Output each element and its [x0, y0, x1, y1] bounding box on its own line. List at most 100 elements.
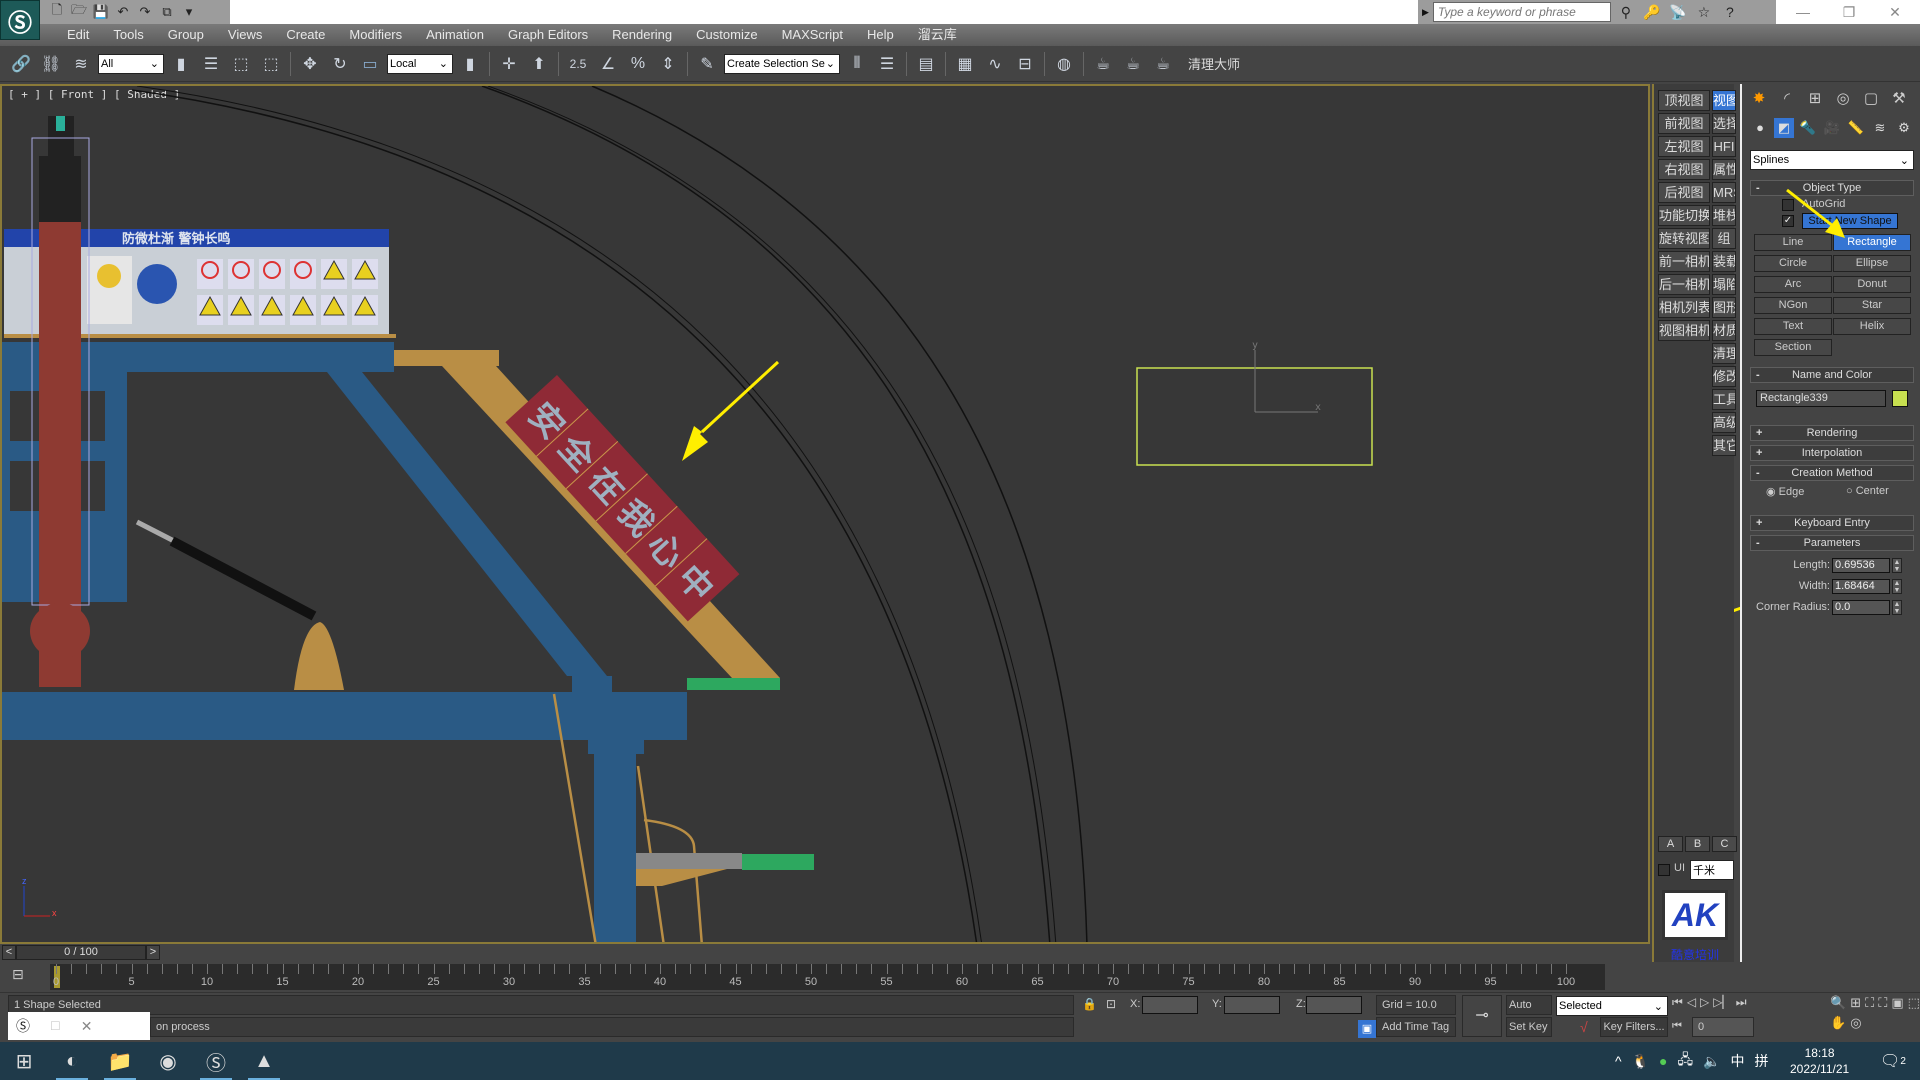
selection-filter-dropdown[interactable]: All ⌄ — [98, 53, 164, 74]
redo-icon[interactable]: ↷ — [136, 3, 154, 21]
new-file-icon[interactable]: 🗋 — [48, 2, 66, 21]
go-to-start-icon[interactable]: ⏮ — [1672, 995, 1683, 1010]
shapes-icon[interactable]: ◩ — [1774, 118, 1794, 138]
reference-coordinate-dropdown[interactable]: Local ⌄ — [387, 53, 453, 74]
3dsmax-icon[interactable]: Ⓢ — [192, 1042, 240, 1080]
rect-selection-region-icon[interactable]: ⬚ — [228, 51, 254, 77]
layer-manager-icon[interactable]: ▤ — [913, 51, 939, 77]
view-menu-left-2[interactable]: 左视图 — [1658, 136, 1710, 157]
wechat-icon[interactable]: ● — [1659, 1053, 1667, 1069]
menu-6[interactable]: Animation — [414, 24, 496, 46]
utilities-tab-icon[interactable]: ⚒ — [1886, 86, 1912, 110]
view-menu-right-14[interactable]: 高级 — [1712, 412, 1736, 433]
systems-icon[interactable]: ⚙ — [1894, 118, 1914, 138]
ime-mode[interactable]: 拼 — [1755, 1051, 1769, 1071]
view-menu-left-1[interactable]: 前视图 — [1658, 113, 1710, 134]
object-name-input[interactable]: Rectangle339 — [1756, 390, 1886, 407]
unit-dropdown[interactable]: 千米 — [1690, 860, 1734, 880]
align-icon[interactable]: ☰ — [874, 51, 900, 77]
view-menu-left-10[interactable]: 视图相机 — [1658, 320, 1710, 341]
view-menu-right-0[interactable]: 视图 — [1712, 90, 1736, 111]
view-menu-left-7[interactable]: 前一相机 — [1658, 251, 1710, 272]
spacewarps-icon[interactable]: ≋ — [1870, 118, 1890, 138]
view-menu-right-15[interactable]: 其它 — [1712, 435, 1736, 456]
cameras-icon[interactable]: 🎥 — [1822, 118, 1842, 138]
menu-9[interactable]: Customize — [684, 24, 769, 46]
ui-checkbox[interactable] — [1658, 864, 1670, 876]
material-editor-icon[interactable]: ◍ — [1051, 51, 1077, 77]
view-menu-right-3[interactable]: 属性 — [1712, 159, 1736, 180]
view-menu-right-2[interactable]: HFI — [1712, 136, 1736, 157]
time-tag-icon[interactable]: ▣ — [1358, 1020, 1376, 1038]
shape-button-section[interactable]: Section — [1754, 339, 1832, 356]
qq-icon[interactable]: 🐧 — [1632, 1053, 1649, 1070]
play-icon[interactable]: ▷ — [1700, 995, 1709, 1010]
notification-center[interactable]: 🗨 2 — [1880, 1042, 1906, 1080]
view-menu-right-13[interactable]: 工具 — [1712, 389, 1736, 410]
object-color-swatch[interactable] — [1892, 390, 1908, 407]
corner-radius-spinner[interactable]: ▲ ▼ — [1892, 600, 1902, 615]
region-zoom-icon[interactable]: ⬚ — [1908, 995, 1920, 1011]
open-file-icon[interactable]: 🗁 — [70, 2, 88, 21]
key-mode-dropdown[interactable]: Selected ⌄ — [1556, 996, 1668, 1016]
key-mode-toggle-icon[interactable]: ⏮ — [1672, 1020, 1682, 1033]
edit-named-selection-icon[interactable]: ✎ — [694, 51, 720, 77]
view-menu-right-12[interactable]: 修改 — [1712, 366, 1736, 387]
width-spinner[interactable]: ▲ ▼ — [1892, 579, 1902, 594]
menu-2[interactable]: Group — [156, 24, 216, 46]
helpers-icon[interactable]: 📏 — [1846, 118, 1866, 138]
show-hidden-icons[interactable]: ^ — [1615, 1053, 1622, 1069]
menu-0[interactable]: Edit — [55, 24, 101, 46]
menu-1[interactable]: Tools — [101, 24, 155, 46]
binoculars-icon[interactable]: ⚲ — [1615, 2, 1637, 22]
geometry-icon[interactable]: ● — [1750, 118, 1770, 138]
modify-tab-icon[interactable]: ◜ — [1774, 86, 1800, 110]
shape-button-donut[interactable]: Donut — [1833, 276, 1911, 293]
network-icon[interactable]: 🖧 — [1677, 1049, 1693, 1073]
corner-radius-input[interactable]: 0.0 — [1832, 600, 1890, 615]
shape-button-helix[interactable]: Helix — [1833, 318, 1911, 335]
view-menu-right-4[interactable]: MRS — [1712, 182, 1736, 203]
cleanup-master-plugin[interactable]: 清理大师 — [1188, 54, 1240, 73]
scene-explorer-icon[interactable]: ▦ — [952, 51, 978, 77]
z-coordinate-input[interactable] — [1306, 996, 1362, 1014]
lights-icon[interactable]: 🔦 — [1798, 118, 1818, 138]
view-menu-right-6[interactable]: 组 — [1712, 228, 1736, 249]
select-object-icon[interactable]: ▮ — [168, 51, 194, 77]
clock[interactable]: 18:18 2022/11/21 — [1790, 1042, 1849, 1080]
rollout-name-and-color[interactable]: - Name and Color — [1750, 367, 1914, 383]
viewport-front[interactable]: [ + ] [ Front ] [ Shaded ] 防微杜渐 警钟长鸣 安 全… — [0, 84, 1650, 944]
spinner-snap-icon[interactable]: ⇕ — [655, 51, 681, 77]
schematic-view-icon[interactable]: ⊟ — [1012, 51, 1038, 77]
rollout-interpolation[interactable]: + Interpolation — [1750, 445, 1914, 461]
menu-7[interactable]: Graph Editors — [496, 24, 600, 46]
rendered-frame-window-icon[interactable]: ☕ — [1120, 51, 1146, 77]
y-coordinate-input[interactable] — [1224, 996, 1280, 1014]
shape-button-star[interactable]: Star — [1833, 297, 1911, 314]
shape-button-text[interactable]: Text — [1754, 318, 1832, 335]
key-icon[interactable]: 🔑 — [1641, 2, 1663, 22]
unlink-icon[interactable]: ⛓ — [38, 51, 64, 77]
mini-curve-editor-icon[interactable]: ⊟ — [12, 966, 24, 983]
rollout-keyboard-entry[interactable]: + Keyboard Entry — [1750, 515, 1914, 531]
auto-key-button[interactable]: Auto Key — [1506, 995, 1552, 1029]
windows-start-icon[interactable]: ⊞ — [0, 1042, 48, 1080]
view-menu-right-9[interactable]: 图形 — [1712, 297, 1736, 318]
menu-11[interactable]: Help — [855, 24, 906, 46]
select-by-name-icon[interactable]: ☰ — [198, 51, 224, 77]
link-icon[interactable]: 🔗 — [8, 51, 34, 77]
length-input[interactable]: 0.69536 — [1832, 558, 1890, 573]
snap-toggle-icon[interactable]: 2.5 — [565, 51, 591, 77]
undo-icon[interactable]: ↶ — [114, 3, 132, 21]
fov-icon[interactable]: ▣ — [1891, 995, 1903, 1011]
shape-button-ngon[interactable]: NGon — [1754, 297, 1832, 314]
menu-3[interactable]: Views — [216, 24, 274, 46]
scale-icon[interactable]: ▭ — [357, 51, 383, 77]
ime-language[interactable]: 中 — [1731, 1051, 1745, 1071]
set-key-mode-key-icon[interactable]: ⊸ — [1462, 995, 1502, 1037]
app-menu-button[interactable]: Ⓢ — [0, 0, 40, 40]
pan-icon[interactable]: ✋ — [1830, 1015, 1846, 1031]
ak-brand-logo[interactable]: AK — [1662, 890, 1728, 940]
key-filters-button[interactable]: Key Filters... — [1600, 1017, 1668, 1037]
rollout-rendering[interactable]: + Rendering — [1750, 425, 1914, 441]
